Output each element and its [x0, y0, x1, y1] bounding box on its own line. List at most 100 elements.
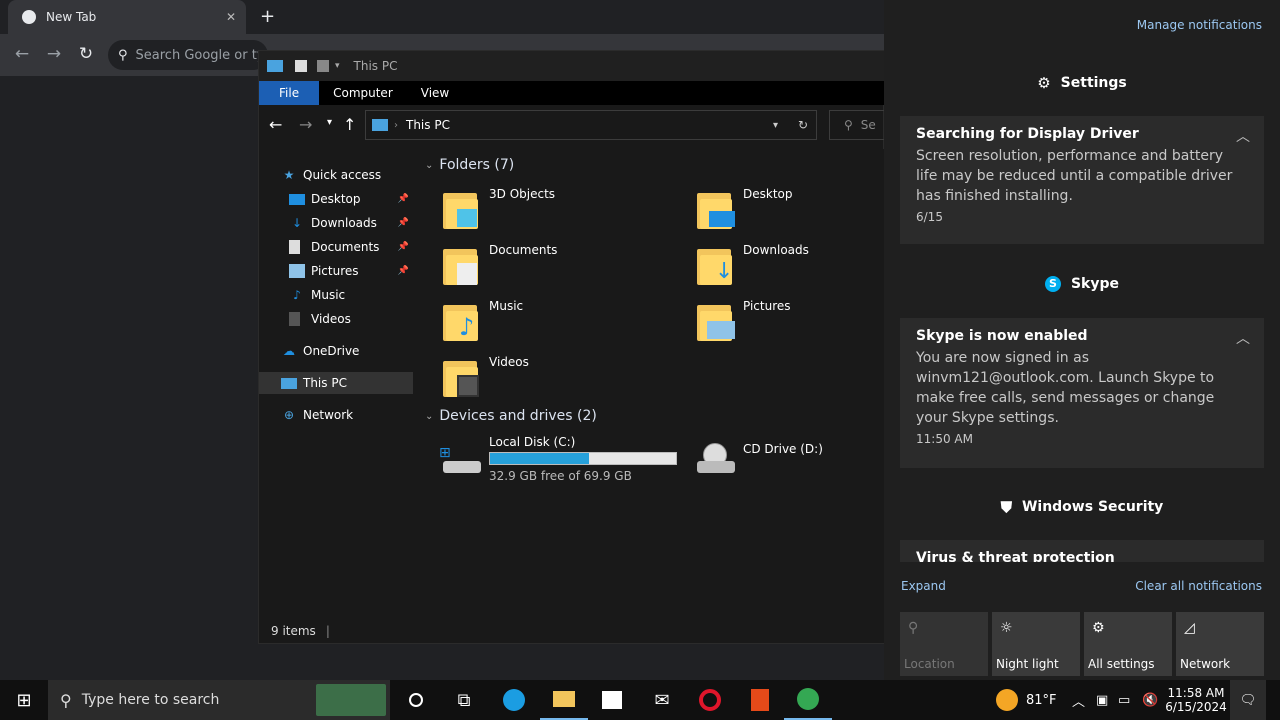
nav-item-this-pc[interactable]: This PC: [259, 372, 413, 394]
new-folder-icon[interactable]: [317, 60, 329, 72]
expand-link[interactable]: Expand: [901, 579, 946, 593]
drive-cd-drive-d[interactable]: CD Drive (D:): [691, 435, 871, 485]
action-center-button[interactable]: 🗨: [1230, 680, 1266, 720]
nav-item-videos[interactable]: Videos: [289, 308, 413, 330]
clock-time: 11:58 AM: [1167, 686, 1225, 700]
music-icon: ♪: [293, 288, 301, 302]
pin-icon: 📌: [397, 194, 409, 204]
nav-item-network[interactable]: ⊕ Network: [281, 404, 413, 426]
file-explorer-icon[interactable]: [540, 680, 588, 720]
task-view-icon[interactable]: ⧉: [440, 680, 488, 720]
nav-item-documents[interactable]: Documents 📌: [289, 236, 413, 258]
clear-all-notifications-link[interactable]: Clear all notifications: [1135, 579, 1262, 593]
forward-button[interactable]: →: [299, 115, 312, 134]
chrome-tab[interactable]: New Tab ✕: [8, 0, 246, 34]
forward-icon[interactable]: →: [42, 44, 66, 64]
clock[interactable]: 11:58 AM 6/15/2024: [1164, 680, 1228, 720]
back-button[interactable]: ←: [269, 115, 282, 134]
nav-item-desktop[interactable]: Desktop 📌: [289, 188, 413, 210]
notification-body: Screen resolution, performance and batte…: [916, 148, 1233, 204]
edge-icon[interactable]: [490, 680, 538, 720]
nav-item-music[interactable]: ♪ Music: [289, 284, 413, 306]
folder-icon: [443, 189, 479, 229]
close-tab-icon[interactable]: ✕: [226, 10, 236, 24]
nav-item-quick-access[interactable]: ★ Quick access: [281, 164, 413, 186]
notification-card-security[interactable]: Virus & threat protection: [900, 540, 1264, 562]
folder-icon: [443, 245, 479, 285]
nav-item-onedrive[interactable]: ☁ OneDrive: [281, 340, 413, 362]
manage-notifications-link[interactable]: Manage notifications: [1137, 18, 1262, 32]
quick-action-label: Night light: [996, 657, 1059, 671]
notification-card-display-driver[interactable]: Searching for Display Driver ︿ Screen re…: [900, 116, 1264, 244]
quick-action-network[interactable]: ◿ Network: [1176, 612, 1264, 676]
folder-documents[interactable]: Documents: [443, 241, 673, 291]
recent-locations-icon[interactable]: ▾: [327, 117, 332, 128]
folder-music[interactable]: ♪ Music: [443, 297, 673, 347]
status-divider: |: [325, 624, 330, 638]
star-icon: ★: [283, 168, 295, 182]
quick-action-all-settings[interactable]: ⚙ All settings: [1084, 612, 1172, 676]
omnibox[interactable]: ⚲ Search Google or type a URL: [108, 40, 268, 70]
drive-local-disk-c[interactable]: ⊞ Local Disk (C:) 32.9 GB free of 69.9 G…: [437, 435, 677, 485]
network-tray-icon[interactable]: ▭: [1118, 680, 1130, 720]
quick-action-location[interactable]: ⚲ Location: [900, 612, 988, 676]
computer-icon: [267, 60, 283, 72]
mail-icon[interactable]: ✉: [638, 680, 686, 720]
address-text: This PC: [406, 118, 450, 132]
weather-widget[interactable]: 81°F: [996, 680, 1057, 720]
ribbon-tab-view[interactable]: View: [407, 81, 463, 105]
nav-label: This PC: [303, 376, 347, 390]
folder-3d-objects[interactable]: 3D Objects: [443, 185, 673, 235]
folder-name: Downloads: [743, 243, 809, 257]
quick-action-label: All settings: [1088, 657, 1155, 671]
properties-icon[interactable]: [295, 60, 307, 72]
new-tab-button[interactable]: +: [260, 6, 275, 27]
drives-group-header[interactable]: ⌄ Devices and drives (2): [425, 408, 597, 424]
nav-label: Downloads: [311, 216, 377, 230]
nav-item-pictures[interactable]: Pictures 📌: [289, 260, 413, 282]
folder-videos[interactable]: Videos: [443, 353, 673, 403]
chevron-up-icon[interactable]: ︿: [1236, 328, 1250, 348]
customize-qat-icon[interactable]: ▾: [335, 61, 340, 71]
show-hidden-icons[interactable]: ︿: [1072, 680, 1085, 720]
ribbon-tabs: File Computer View: [259, 81, 885, 105]
ribbon-tab-file[interactable]: File: [259, 81, 320, 105]
volume-muted-icon[interactable]: 🔇: [1142, 680, 1158, 720]
computer-icon: [372, 119, 388, 131]
nav-label: Music: [311, 288, 346, 302]
start-button[interactable]: ⊞: [0, 680, 48, 720]
notification-time: 6/15: [916, 210, 943, 224]
picture-icon: [289, 264, 305, 278]
notification-card-skype[interactable]: Skype is now enabled ︿ You are now signe…: [900, 318, 1264, 468]
chevron-down-icon[interactable]: ▾: [773, 120, 778, 131]
folder-icon: [697, 189, 735, 229]
cortana-icon[interactable]: [392, 680, 440, 720]
drive-icon: ⊞: [439, 445, 481, 475]
reload-icon[interactable]: ↻: [74, 44, 98, 64]
back-icon[interactable]: ←: [10, 44, 34, 64]
quick-action-night-light[interactable]: ☼ Night light: [992, 612, 1080, 676]
search-input[interactable]: ⚲ Se: [829, 110, 889, 140]
document-icon: [289, 240, 300, 254]
item-count: 9 items: [271, 624, 316, 638]
meet-now-icon[interactable]: ▣: [1096, 680, 1108, 720]
folders-group-header[interactable]: ⌄ Folders (7): [425, 157, 514, 173]
brightness-icon: ☼: [1000, 620, 1013, 636]
up-button[interactable]: ↑: [343, 115, 356, 134]
chrome-taskbar-icon[interactable]: [784, 680, 832, 720]
folder-icon: [443, 357, 479, 397]
nav-item-downloads[interactable]: ↓ Downloads 📌: [289, 212, 413, 234]
address-bar[interactable]: › This PC ▾ ↻: [365, 110, 817, 140]
clock-date: 6/15/2024: [1165, 700, 1227, 714]
network-icon: ⊕: [283, 408, 295, 422]
ribbon-tab-computer[interactable]: Computer: [319, 81, 407, 105]
opera-icon[interactable]: [686, 680, 734, 720]
store-icon[interactable]: [588, 680, 636, 720]
taskbar-search-box[interactable]: ⚲ Type here to search: [48, 680, 390, 720]
folder-name: Desktop: [743, 187, 793, 201]
refresh-icon[interactable]: ↻: [798, 118, 808, 132]
office-icon[interactable]: [736, 680, 784, 720]
omnibox-placeholder: Search Google or type a URL: [135, 47, 268, 63]
file-explorer-window: ▾ This PC File Computer View ← → ▾ ↑ › T…: [258, 50, 889, 644]
chevron-up-icon[interactable]: ︿: [1236, 126, 1250, 146]
